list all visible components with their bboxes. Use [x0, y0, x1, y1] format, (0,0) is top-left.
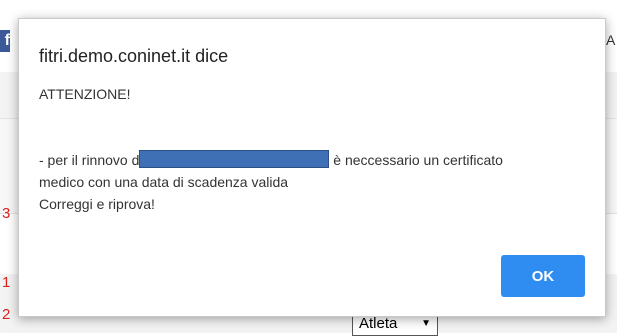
alert-dialog: fitri.demo.coninet.it dice ATTENZIONE! -… — [18, 18, 606, 317]
row-number: 2 — [2, 306, 11, 323]
ok-button[interactable]: OK — [501, 255, 585, 297]
message-line-1: - per il rinnovo d è neccessario un cert… — [39, 149, 589, 171]
redacted-name — [139, 150, 330, 168]
message-line-1-prefix: - per il rinnovo d — [39, 152, 140, 168]
message-line-2: medico con una data di scadenza valida — [39, 174, 289, 190]
facebook-icon[interactable]: f — [0, 30, 10, 52]
row-number: 1 — [2, 274, 11, 291]
dialog-title: fitri.demo.coninet.it dice — [39, 46, 229, 66]
header-right-text: A — [606, 32, 616, 48]
dialog-message: ATTENZIONE! - per il rinnovo d è neccess… — [39, 83, 589, 215]
role-select-value: Atleta — [359, 315, 398, 332]
row-number: 3 — [2, 205, 11, 222]
message-line-1-suffix: è neccessario un certificato — [333, 152, 503, 168]
dialog-heading: ATTENZIONE! — [39, 86, 131, 102]
message-line-3: Correggi e riprova! — [39, 196, 155, 212]
